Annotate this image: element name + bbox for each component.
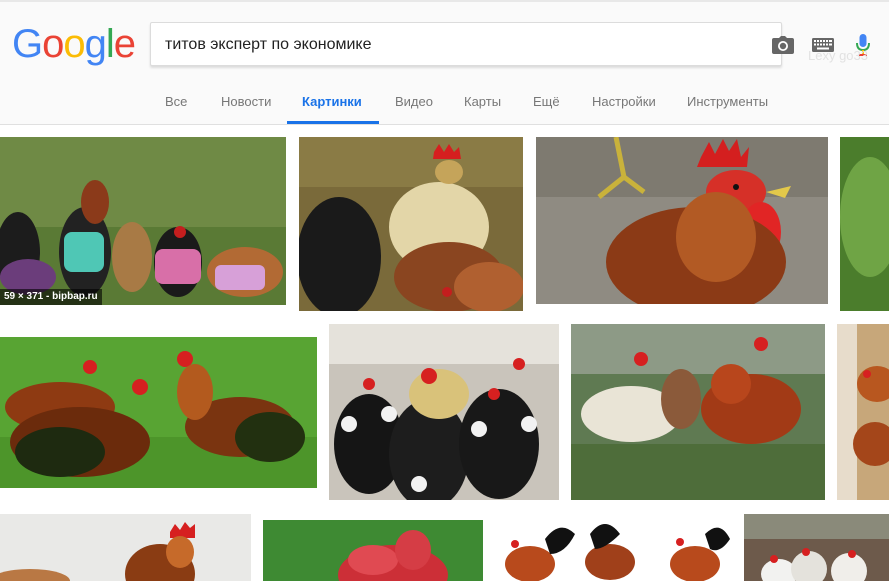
tab-maps[interactable]: Карты bbox=[464, 94, 501, 109]
top-border bbox=[0, 0, 889, 2]
camera-icon[interactable] bbox=[771, 33, 795, 57]
image-result[interactable] bbox=[299, 137, 523, 311]
rooster-image bbox=[837, 324, 889, 500]
watermark-text: Lexy go33 bbox=[808, 48, 868, 63]
tab-tools[interactable]: Инструменты bbox=[687, 94, 768, 109]
rooster-image bbox=[495, 514, 736, 581]
image-caption: 59 × 371 - bipbap.ru bbox=[0, 289, 102, 305]
image-result[interactable]: 59 × 371 - bipbap.ru bbox=[0, 137, 286, 305]
rooster-image bbox=[299, 137, 523, 311]
google-logo[interactable]: Google bbox=[12, 22, 136, 67]
image-result[interactable] bbox=[837, 324, 889, 500]
rooster-image bbox=[536, 137, 828, 304]
tab-images[interactable]: Картинки bbox=[302, 94, 362, 109]
rooster-image bbox=[0, 514, 251, 581]
search-box bbox=[150, 22, 870, 66]
image-result[interactable] bbox=[0, 514, 251, 581]
logo-letter: G bbox=[12, 22, 43, 66]
tab-video[interactable]: Видео bbox=[395, 94, 433, 109]
image-result[interactable] bbox=[571, 324, 825, 500]
logo-letter: o bbox=[42, 22, 64, 66]
rooster-image bbox=[0, 137, 286, 305]
logo-letter: o bbox=[63, 22, 85, 66]
active-tab-indicator bbox=[287, 121, 379, 124]
logo-letter: e bbox=[113, 22, 136, 66]
image-result[interactable] bbox=[536, 137, 828, 304]
tab-more[interactable]: Ещё bbox=[533, 94, 560, 109]
rooster-image bbox=[744, 514, 889, 581]
rooster-image bbox=[840, 137, 889, 311]
image-result[interactable] bbox=[329, 324, 559, 500]
rooster-image bbox=[329, 324, 559, 500]
rooster-image bbox=[263, 520, 483, 581]
rooster-image bbox=[0, 337, 317, 488]
search-tabs: Все Новости Картинки Видео Карты Ещё Нас… bbox=[0, 88, 889, 125]
image-result[interactable] bbox=[744, 514, 889, 581]
image-result[interactable] bbox=[495, 514, 736, 581]
tab-all[interactable]: Все bbox=[165, 94, 187, 109]
logo-letter: g bbox=[84, 22, 107, 66]
image-result[interactable] bbox=[263, 520, 483, 581]
image-result[interactable] bbox=[0, 337, 317, 488]
tab-news[interactable]: Новости bbox=[221, 94, 271, 109]
logo-letter: l bbox=[105, 22, 115, 66]
rooster-image bbox=[571, 324, 825, 500]
image-result[interactable] bbox=[840, 137, 889, 311]
search-input[interactable] bbox=[165, 33, 605, 57]
tab-settings[interactable]: Настройки bbox=[592, 94, 656, 109]
header-bar: Google Lexy go33 Все Новости Картинки Ви… bbox=[0, 0, 889, 125]
